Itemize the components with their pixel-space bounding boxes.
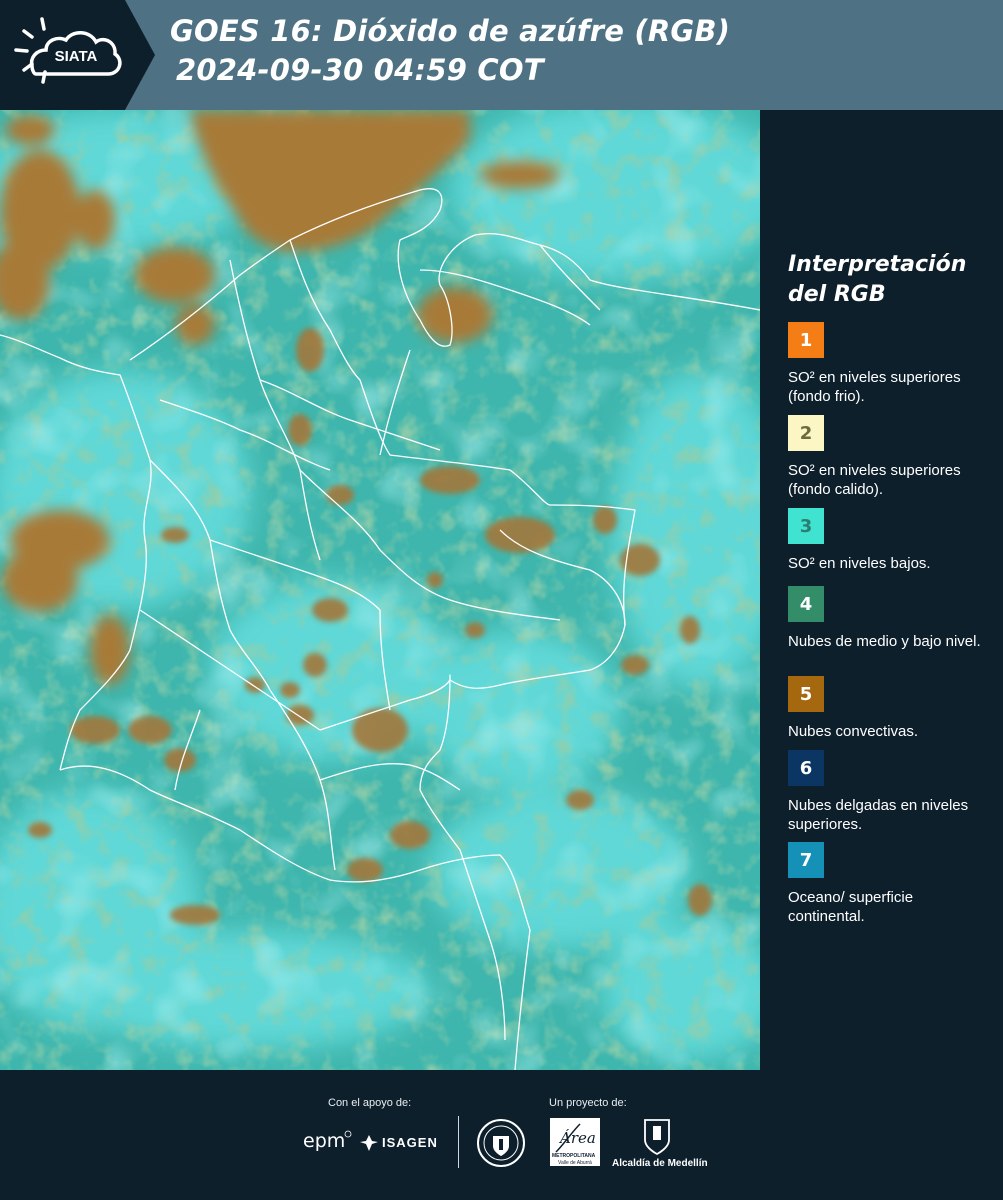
legend-item-6: 6 Nubes delgadas en niveles superiores. <box>788 750 993 834</box>
legend-panel: Interpretación del RGB 1 SO² en niveles … <box>760 110 1003 1070</box>
isagen-icon <box>360 1135 378 1151</box>
header: SIATA GOES 16: Dióxido de azúfre (RGB) 2… <box>0 0 1003 110</box>
legend-item-3: 3 SO² en niveles bajos. <box>788 508 993 592</box>
siata-logo: SIATA <box>0 0 155 110</box>
medellin-seal-icon <box>477 1119 525 1167</box>
legend-label: Nubes delgadas en niveles superiores. <box>788 797 969 833</box>
project-label: Un proyecto de: <box>549 1097 627 1109</box>
legend-swatch: 4 <box>788 586 824 622</box>
registered-icon <box>344 1130 352 1138</box>
area-line1: METROPOLITANA <box>552 1153 596 1159</box>
legend-swatch: 1 <box>788 322 824 358</box>
legend-swatch: 5 <box>788 676 824 712</box>
legend-label: Oceano/ superficie continental. <box>788 889 914 925</box>
page-title: GOES 16: Dióxido de azúfre (RGB) <box>170 14 731 48</box>
area-line2: Valle de Aburrá <box>558 1160 592 1166</box>
area-script: Área <box>560 1129 596 1147</box>
alcaldia-label: Alcaldía de Medellín <box>612 1158 708 1169</box>
footer: Con el apoyo de: Un proyecto de: epm ISA… <box>0 1070 1003 1200</box>
legend-item-7: 7 Oceano/ superficie continental. <box>788 842 993 926</box>
legend-swatch: 7 <box>788 842 824 878</box>
legend-swatch: 3 <box>788 508 824 544</box>
alcaldia-crest-icon <box>644 1119 670 1156</box>
legend-swatch: 6 <box>788 750 824 786</box>
support-label: Con el apoyo de: <box>328 1097 412 1109</box>
legend-item-4: 4 Nubes de medio y bajo nivel. <box>788 586 993 670</box>
legend-swatch: 2 <box>788 415 824 451</box>
satellite-map <box>0 110 760 1070</box>
legend-label: Nubes de medio y bajo nivel. <box>788 633 981 650</box>
logo-text: SIATA <box>55 48 98 65</box>
legend-label: SO² en niveles superiores (fondo frio). <box>788 369 961 405</box>
footer-divider <box>458 1116 459 1168</box>
legend-title: Interpretación del RGB <box>788 252 967 307</box>
legend-item-5: 5 Nubes convectivas. <box>788 676 993 760</box>
isagen-logo: ISAGEN <box>382 1135 438 1150</box>
timestamp: 2024-09-30 04:59 COT <box>176 53 544 87</box>
legend-item-2: 2 SO² en niveles superiores (fondo calid… <box>788 415 993 517</box>
epm-logo: epm <box>303 1130 346 1152</box>
legend-item-1: 1 SO² en niveles superiores (fondo frio)… <box>788 322 993 406</box>
